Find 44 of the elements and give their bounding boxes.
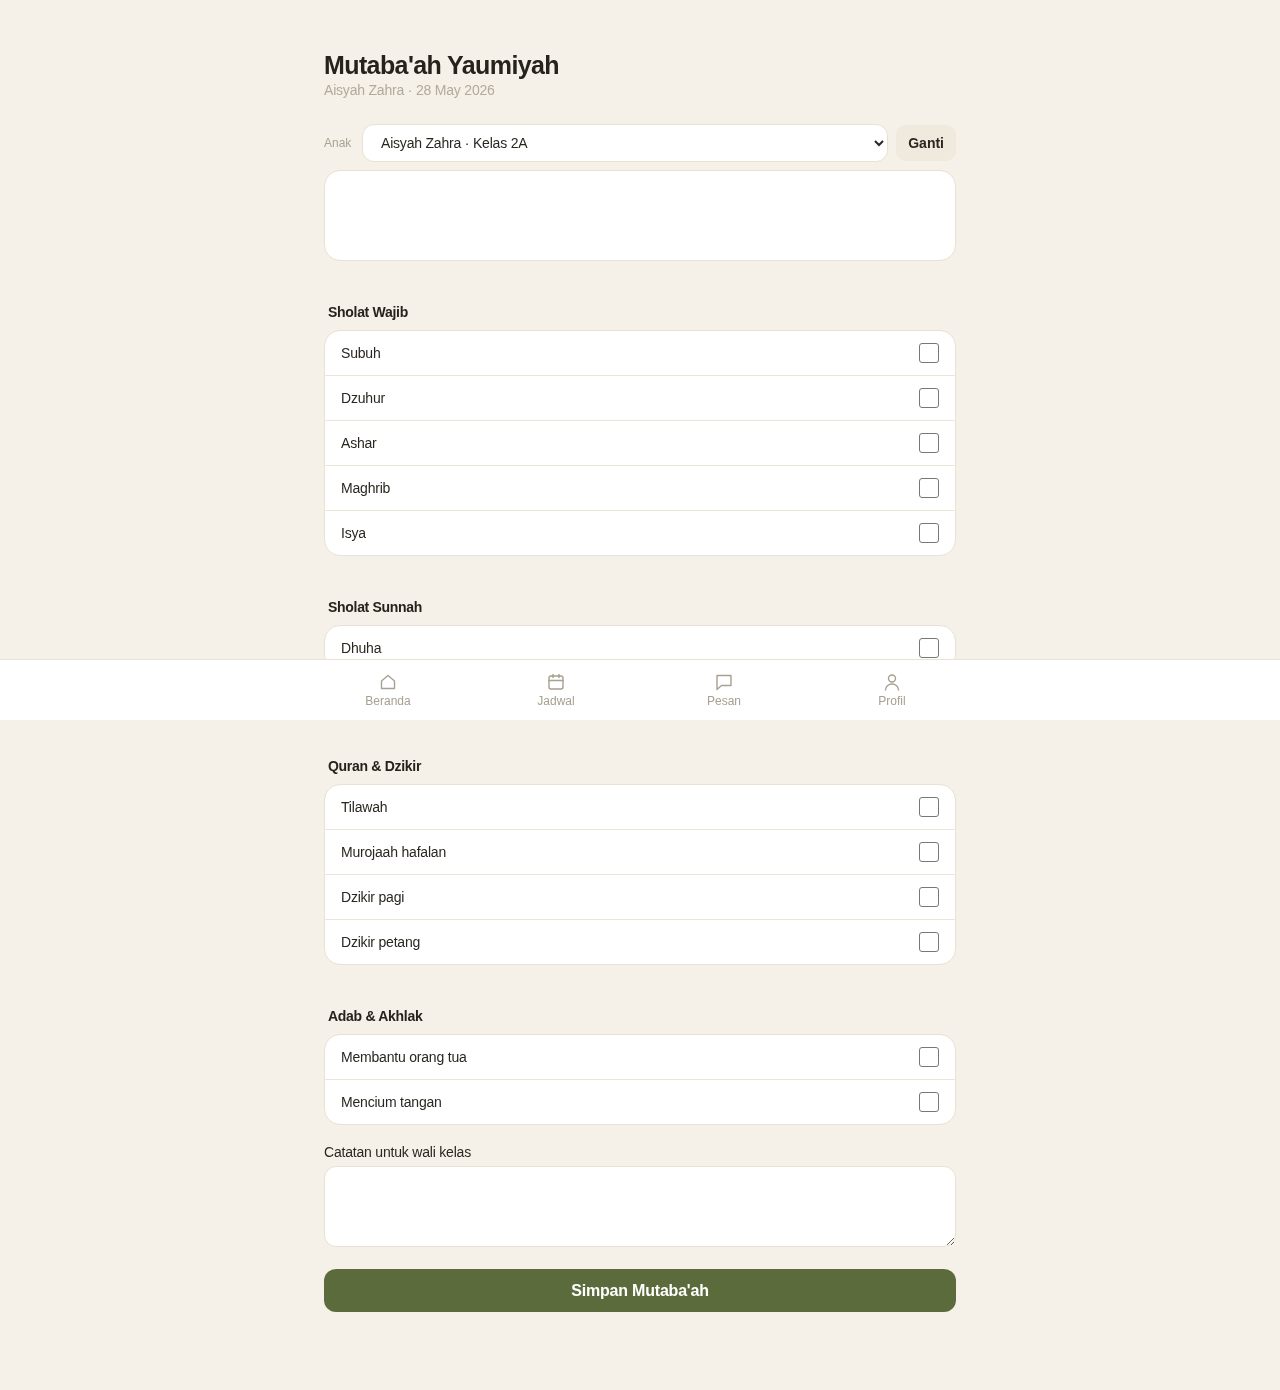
checklist-label: Dzikir pagi	[341, 889, 405, 905]
checkbox[interactable]	[919, 1047, 939, 1067]
save-button[interactable]: Simpan Mutaba'ah	[324, 1269, 956, 1312]
notes-label: Catatan untuk wali kelas	[324, 1143, 472, 1161]
notes-field[interactable]	[324, 1166, 956, 1247]
home-icon	[379, 672, 397, 691]
checkbox[interactable]	[919, 932, 939, 952]
page-title: Mutaba'ah Yaumiyah	[324, 50, 561, 80]
checkbox[interactable]	[919, 797, 939, 817]
checkbox[interactable]	[919, 638, 939, 658]
checkbox[interactable]	[919, 343, 939, 363]
section-heading: Sholat Sunnah	[328, 598, 424, 616]
page-subtitle: Aisyah Zahra · 28 May 2026	[324, 81, 496, 99]
person-icon	[883, 672, 901, 691]
checklist-label: Maghrib	[341, 480, 391, 496]
checklist-label: Dzikir petang	[341, 934, 421, 950]
section-heading: Quran & Dzikir	[328, 757, 423, 775]
checklist-label: Isya	[341, 525, 366, 541]
section-heading: Adab & Akhlak	[328, 1007, 424, 1025]
checklist-label: Tilawah	[341, 799, 388, 815]
section-heading: Sholat Wajib	[328, 303, 409, 321]
nav-item[interactable]: Beranda	[304, 660, 472, 720]
checklist-label: Dhuha	[341, 640, 382, 656]
chat-bubble-icon	[715, 672, 733, 691]
checkbox[interactable]	[919, 842, 939, 862]
checkbox[interactable]	[919, 1092, 939, 1112]
nav-item[interactable]: Jadwal	[472, 660, 640, 720]
checkbox[interactable]	[919, 433, 939, 453]
checkbox[interactable]	[919, 478, 939, 498]
checklist-label: Murojaah hafalan	[341, 844, 446, 860]
checklist-label: Ashar	[341, 435, 377, 451]
checklist-label: Membantu orang tua	[341, 1049, 467, 1065]
checkbox[interactable]	[919, 887, 939, 907]
checklist-label: Mencium tangan	[341, 1094, 442, 1110]
nav-item[interactable]: Pesan	[640, 660, 808, 720]
checkbox[interactable]	[919, 523, 939, 543]
checkbox[interactable]	[919, 388, 939, 408]
checklist-label: Subuh	[341, 345, 381, 361]
child-select[interactable]: Aisyah Zahra · Kelas 2A	[362, 124, 889, 162]
checklist-label: Dzuhur	[341, 390, 385, 406]
change-button[interactable]: Ganti	[896, 125, 956, 161]
nav-item[interactable]: Profil	[808, 660, 976, 720]
child-label: Anak	[324, 136, 353, 150]
calendar-icon	[547, 672, 565, 691]
